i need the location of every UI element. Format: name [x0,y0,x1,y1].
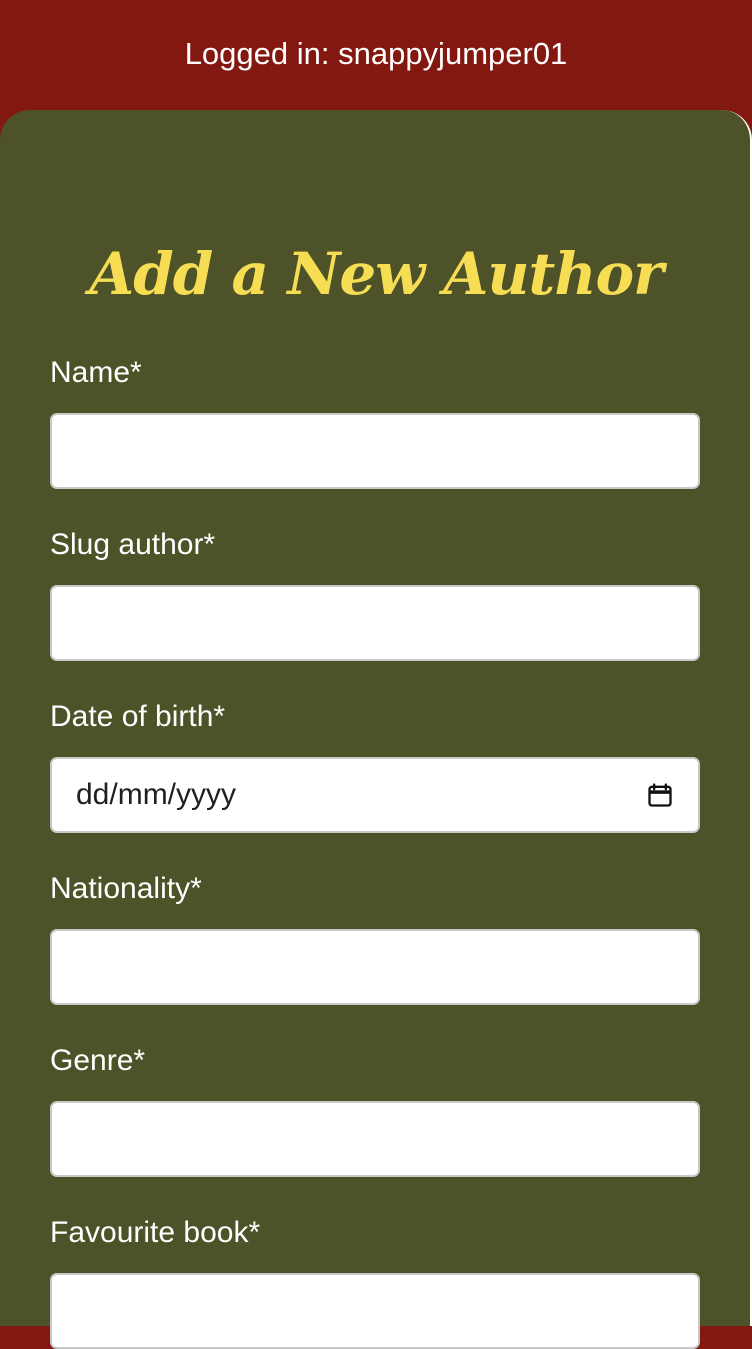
genre-input[interactable] [50,1101,700,1177]
date-placeholder: dd/mm/yyyy [76,778,237,811]
slug-author-label: Slug author* [50,528,216,561]
favourite-book-label: Favourite book* [50,1216,261,1249]
top-header: Logged in: snappyjumper01 [0,0,752,110]
favourite-book-input[interactable] [50,1273,700,1349]
slug-author-input[interactable] [50,585,700,661]
name-label: Name* [50,356,142,389]
calendar-icon[interactable] [646,781,674,809]
date-of-birth-label: Date of birth* [50,700,226,733]
nationality-label: Nationality* [50,872,202,905]
nationality-input[interactable] [50,929,700,1005]
date-of-birth-input[interactable]: dd/mm/yyyy [50,757,700,833]
form-title: Add a New Author [89,240,664,308]
login-status: Logged in: snappyjumper01 [184,36,568,71]
genre-label: Genre* [50,1044,146,1077]
add-author-card: Add a New Author Name* Slug author* Date… [0,110,752,1349]
name-input[interactable] [50,413,700,489]
